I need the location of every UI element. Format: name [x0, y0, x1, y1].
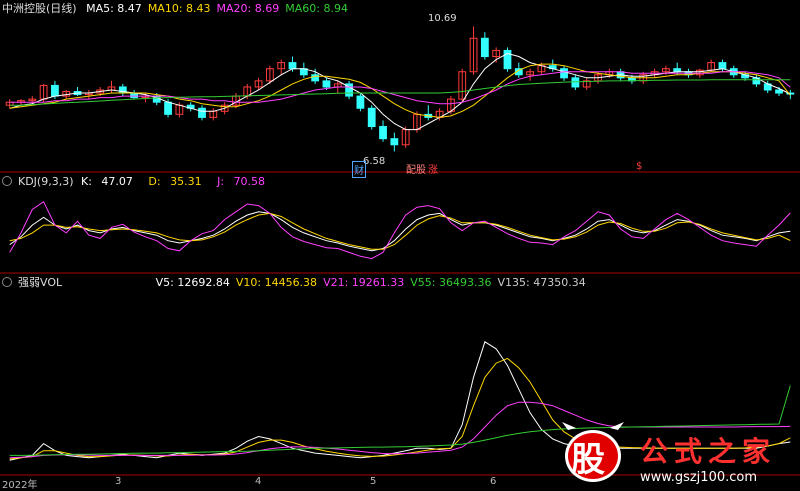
- vol-legend-item: V21: 19261.33: [323, 276, 405, 289]
- ma-ma20-line: [9, 71, 791, 105]
- kdj-k: K: 47.07: [81, 175, 133, 188]
- watermark-text: 公式之家: [640, 435, 777, 468]
- candle-body: [322, 80, 331, 88]
- marker-rise[interactable]: 涨: [428, 161, 438, 176]
- candle-body: [480, 37, 489, 58]
- watermark-char: 股: [571, 440, 605, 480]
- x-tick-1: 3: [115, 476, 122, 487]
- candle-body: [51, 84, 59, 97]
- candlestick-series: [5, 26, 795, 152]
- ma-ma5-line: [9, 52, 791, 131]
- kdj-j: J: 70.58: [217, 175, 266, 188]
- watermark-logo: 股 公式之家 www.gszj100.com: [560, 420, 800, 490]
- ma-legend-item: MA5: 8.47: [86, 2, 142, 15]
- main-legend: 中洲控股(日线) MA5: 8.47 MA10: 8.43 MA20: 8.69 MA…: [2, 2, 360, 16]
- kdj-k-line: [9, 211, 791, 252]
- vol-legend: 强弱VOL V5: 12692.84 V10: 14456.38 V21: 1926…: [2, 276, 598, 290]
- ma-legend-item: MA60: 8.94: [285, 2, 348, 15]
- marker-finance[interactable]: 财: [352, 161, 366, 178]
- candle-body: [718, 62, 727, 70]
- candle-body: [775, 89, 783, 94]
- vol-legend-item: V10: 14456.38: [235, 276, 318, 289]
- candle-body: [571, 77, 580, 88]
- x-tick-4: 6: [490, 476, 497, 487]
- candle-body: [560, 68, 568, 79]
- kdj-name[interactable]: KDJ(9,3,3): [18, 175, 74, 188]
- x-tick-2: 4: [255, 476, 262, 487]
- candle-body: [311, 74, 320, 82]
- marker-dollar[interactable]: $: [636, 161, 642, 172]
- main-title[interactable]: 中洲控股(日线): [2, 2, 77, 15]
- ma-legend-item: MA20: 8.69: [216, 2, 280, 15]
- candle-body: [356, 95, 365, 109]
- vol-legend-item: V5: 12692.84: [155, 276, 230, 289]
- candle-body: [367, 107, 376, 128]
- candle-body: [288, 62, 297, 70]
- low-price-label: 6.58: [363, 156, 386, 167]
- stock-chart-canvas: [0, 26, 800, 476]
- x-tick-3: 5: [370, 476, 377, 487]
- kdj-d: D: 35.31: [148, 175, 202, 188]
- kdj-d-line: [9, 212, 791, 250]
- high-price-label: 10.69: [428, 13, 457, 24]
- x-tick-0: 2022年: [2, 480, 38, 491]
- kdj-lines: [9, 200, 791, 260]
- candle-body: [390, 138, 399, 146]
- marker-allotment[interactable]: 配股: [406, 161, 426, 176]
- kdj-toggle-icon[interactable]: [2, 176, 12, 186]
- candle-body: [164, 101, 172, 115]
- kdj-j-line: [9, 200, 791, 260]
- vol-toggle-icon[interactable]: [2, 277, 12, 287]
- vol-name[interactable]: 强弱VOL: [18, 276, 62, 289]
- candle-body: [379, 126, 387, 140]
- moving-average-lines: [9, 52, 791, 131]
- candle-body: [198, 107, 206, 118]
- ma-legend-item: MA10: 8.43: [147, 2, 211, 15]
- kdj-legend: KDJ(9,3,3) K: 47.07 D: 35.31 J: 70.58: [2, 175, 277, 189]
- vol-legend-item: V135: 47350.34: [497, 276, 586, 289]
- vol-legend-item: V55: 36493.36: [410, 276, 492, 289]
- watermark-url: www.gszj100.com: [640, 470, 758, 485]
